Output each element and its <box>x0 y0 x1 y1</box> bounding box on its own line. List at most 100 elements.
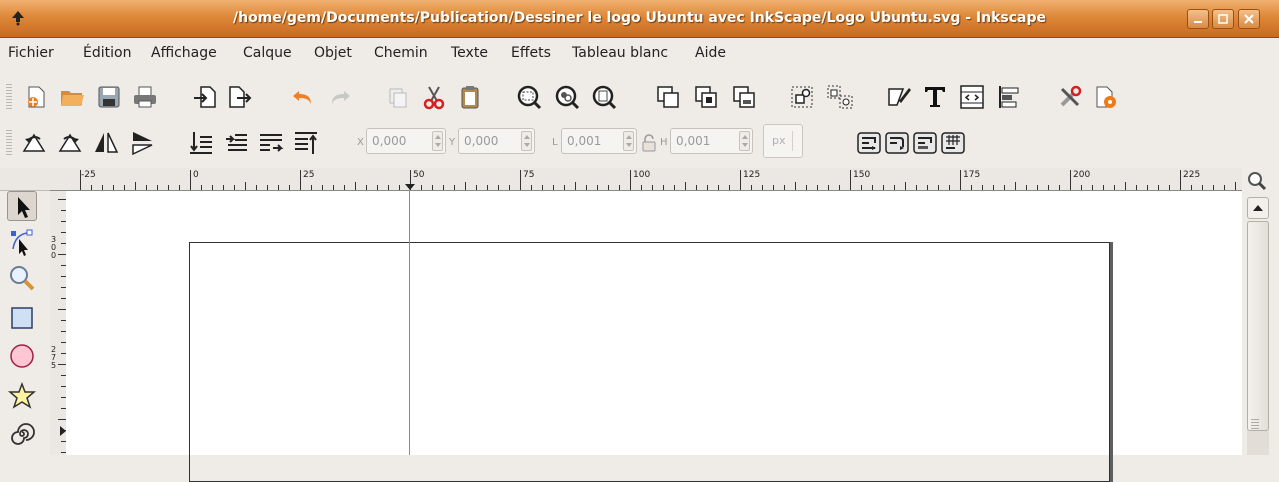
zoom-drawing-icon[interactable] <box>553 83 581 111</box>
menu-chemin[interactable]: Chemin <box>374 45 428 61</box>
horizontal-ruler[interactable]: -25 0 25 50 75 100 125 150 175 200 225 <box>50 168 1242 191</box>
maximize-button[interactable] <box>1212 9 1234 29</box>
width-value: 0,001 <box>567 134 602 148</box>
transform-gradients-icon[interactable] <box>911 129 939 157</box>
height-spin-arrows[interactable] <box>739 131 750 151</box>
duplicate-icon[interactable] <box>654 83 682 111</box>
unit-value: px <box>772 134 786 147</box>
print-icon[interactable] <box>131 83 159 111</box>
rotate-cw-icon[interactable] <box>56 129 84 157</box>
zoom-icon[interactable] <box>1246 170 1274 192</box>
ruler-label: 125 <box>743 170 761 180</box>
scale-corners-icon[interactable] <box>883 129 911 157</box>
unit-selector[interactable]: px <box>763 124 803 158</box>
raise-to-top-icon[interactable] <box>292 129 320 157</box>
ellipse-tool-icon[interactable] <box>7 341 37 371</box>
x-spin-arrows[interactable] <box>432 131 443 151</box>
minimize-button[interactable] <box>1187 9 1209 29</box>
zoom-tool-icon[interactable] <box>7 263 37 293</box>
rotate-ccw-icon[interactable] <box>20 129 48 157</box>
redo-icon[interactable] <box>326 83 354 111</box>
width-spinbox[interactable]: 0,001 <box>561 128 637 154</box>
menu-aide[interactable]: Aide <box>695 45 726 61</box>
paste-icon[interactable] <box>456 83 484 111</box>
commands-toolbar <box>0 74 1279 120</box>
node-tool-icon[interactable] <box>7 227 37 257</box>
ungroup-icon[interactable] <box>826 83 854 111</box>
toolbox <box>0 191 50 455</box>
spiral-tool-icon[interactable] <box>7 419 37 449</box>
toolbar-handle[interactable] <box>6 84 12 110</box>
menu-bar: Fichier Édition Affichage Calque Objet C… <box>0 38 1279 68</box>
height-spinbox[interactable]: 0,001 <box>670 128 753 154</box>
minimize-icon <box>1194 21 1202 23</box>
page-border <box>189 242 1110 482</box>
export-icon[interactable] <box>225 83 253 111</box>
xml-editor-icon[interactable] <box>958 83 986 111</box>
ruler-label: 25 <box>303 170 315 180</box>
unlink-clone-icon[interactable] <box>730 83 758 111</box>
flip-vertical-icon[interactable] <box>128 129 156 157</box>
selector-tool-icon[interactable] <box>7 191 37 221</box>
scroll-up-button[interactable] <box>1247 197 1269 219</box>
drawing-canvas[interactable] <box>66 191 1242 482</box>
document-properties-icon[interactable] <box>1092 83 1120 111</box>
maximize-icon <box>1218 14 1228 24</box>
text-font-icon[interactable] <box>921 83 949 111</box>
toolbar-handle[interactable] <box>6 130 12 156</box>
x-spinbox[interactable]: 0,000 <box>366 128 446 154</box>
ruler-label: 5 <box>51 361 57 370</box>
width-label: L <box>552 137 558 148</box>
vertical-scrollbar[interactable] <box>1242 191 1279 455</box>
close-button[interactable] <box>1238 9 1260 29</box>
lock-icon[interactable] <box>640 133 658 153</box>
clone-icon[interactable] <box>692 83 720 111</box>
new-document-icon[interactable] <box>22 83 50 111</box>
scroll-grip <box>1251 419 1259 429</box>
height-value: 0,001 <box>676 134 711 148</box>
menu-affichage[interactable]: Affichage <box>151 45 217 61</box>
zoom-selection-icon[interactable] <box>515 83 543 111</box>
menu-calque[interactable]: Calque <box>243 45 292 61</box>
ruler-ticks <box>58 199 66 453</box>
rectangle-tool-icon[interactable] <box>7 303 37 333</box>
copy-icon[interactable] <box>384 83 412 111</box>
menu-texte[interactable]: Texte <box>451 45 488 61</box>
menu-objet[interactable]: Objet <box>314 45 352 61</box>
star-tool-icon[interactable] <box>7 381 37 411</box>
width-spin-arrows[interactable] <box>623 131 634 151</box>
ruler-label: 0 <box>193 170 199 180</box>
preferences-icon[interactable] <box>1056 83 1084 111</box>
import-icon[interactable] <box>191 83 219 111</box>
menu-tableau-blanc[interactable]: Tableau blanc <box>572 45 668 61</box>
ruler-label: 100 <box>633 170 651 180</box>
lower-to-bottom-icon[interactable] <box>187 129 215 157</box>
ruler-corner <box>0 168 50 191</box>
ruler-label: 0 <box>51 251 57 260</box>
scroll-thumb[interactable] <box>1247 221 1269 431</box>
ruler-pointer-icon <box>405 184 415 190</box>
menu-edition[interactable]: Édition <box>83 45 131 61</box>
group-icon[interactable] <box>788 83 816 111</box>
scale-stroke-icon[interactable] <box>855 129 883 157</box>
undo-icon[interactable] <box>289 83 317 111</box>
zoom-page-icon[interactable] <box>590 83 618 111</box>
menu-fichier[interactable]: Fichier <box>8 45 54 61</box>
cut-icon[interactable] <box>420 83 448 111</box>
y-spin-arrows[interactable] <box>521 131 532 151</box>
y-value: 0,000 <box>464 134 499 148</box>
open-folder-icon[interactable] <box>58 83 86 111</box>
y-spinbox[interactable]: 0,000 <box>458 128 535 154</box>
transform-patterns-icon[interactable] <box>939 129 967 157</box>
vertical-ruler[interactable]: 3 0 0 2 7 5 <box>50 191 67 455</box>
lower-icon[interactable] <box>222 129 250 157</box>
fill-stroke-icon[interactable] <box>885 83 913 111</box>
align-distribute-icon[interactable] <box>995 83 1023 111</box>
menu-effets[interactable]: Effets <box>511 45 551 61</box>
vertical-guide[interactable] <box>409 191 410 455</box>
flip-horizontal-icon[interactable] <box>92 129 120 157</box>
window-titlebar[interactable]: /home/gem/Documents/Publication/Dessiner… <box>0 0 1279 38</box>
ruler-label: 150 <box>853 170 871 180</box>
raise-icon[interactable] <box>257 129 285 157</box>
save-icon[interactable] <box>95 83 123 111</box>
